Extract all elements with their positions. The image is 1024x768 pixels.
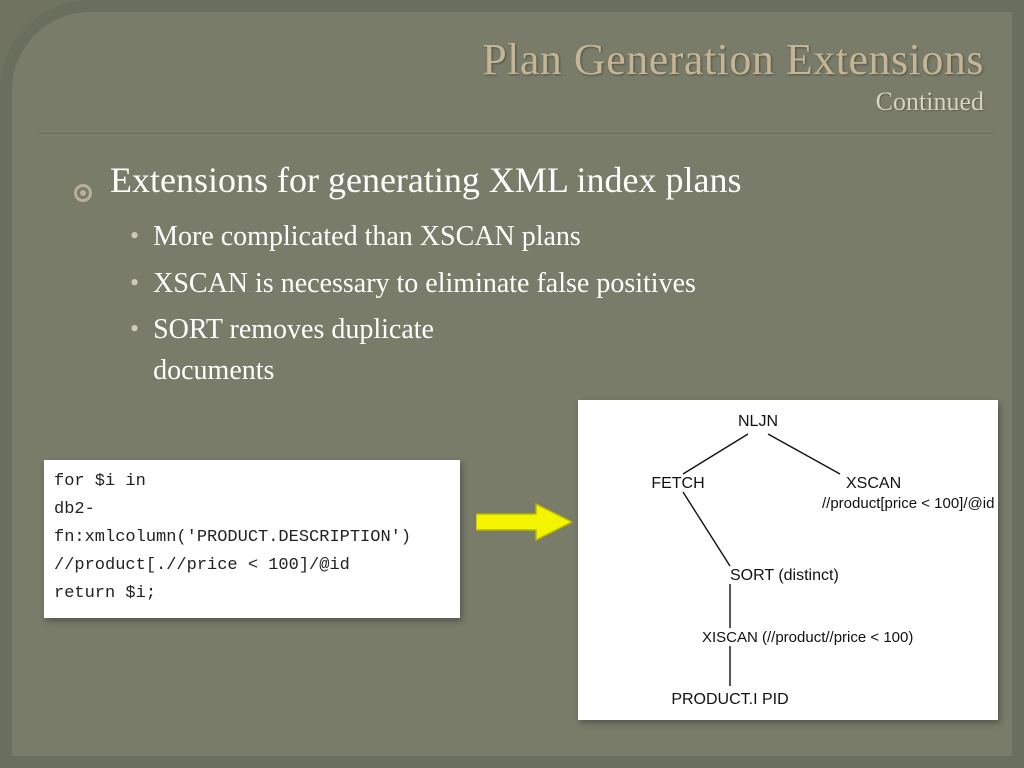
bullet-ring-icon	[74, 184, 92, 202]
dot-icon: •	[130, 264, 139, 302]
dot-icon: •	[130, 310, 139, 348]
tree-node-leaf: PRODUCT.I PID	[671, 691, 788, 708]
tree-node-sort: SORT (distinct)	[730, 567, 839, 584]
tree-node-root: NLJN	[738, 413, 778, 430]
slide-title: Plan Generation Extensions	[12, 34, 984, 85]
plan-tree-diagram: NLJN FETCH XSCAN //product[price < 100]/…	[578, 400, 998, 720]
tree-node-xscan-expr: //product[price < 100]/@id	[822, 495, 994, 512]
tree-node-fetch: FETCH	[651, 475, 704, 492]
slide-header: Plan Generation Extensions Continued	[12, 12, 1012, 127]
slide-subtitle: Continued	[12, 87, 984, 117]
dot-icon: •	[130, 217, 139, 255]
code-line: return $i;	[54, 580, 450, 608]
main-bullet: Extensions for generating XML index plan…	[74, 157, 978, 203]
slide: Plan Generation Extensions Continued Ext…	[0, 0, 1024, 768]
tree-node-xiscan: XISCAN (//product//price < 100)	[702, 629, 913, 646]
right-arrow-icon	[476, 502, 572, 542]
xquery-code-box: for $i in db2-fn:xmlcolumn('PRODUCT.DESC…	[44, 460, 460, 618]
main-bullet-text: Extensions for generating XML index plan…	[110, 157, 742, 203]
slide-content: Extensions for generating XML index plan…	[12, 135, 1012, 391]
code-line: //product[.//price < 100]/@id	[54, 552, 450, 580]
code-line: for $i in	[54, 468, 450, 496]
sub-bullet-text: XSCAN is necessary to eliminate false po…	[153, 264, 696, 305]
sub-bullet: • More complicated than XSCAN plans	[130, 217, 978, 258]
code-line: db2-fn:xmlcolumn('PRODUCT.DESCRIPTION')	[54, 496, 450, 552]
sub-bullet-text: More complicated than XSCAN plans	[153, 217, 581, 258]
sub-bullet-list: • More complicated than XSCAN plans • XS…	[130, 217, 978, 391]
sub-bullet: • XSCAN is necessary to eliminate false …	[130, 264, 978, 305]
tree-node-xscan: XSCAN	[846, 475, 901, 492]
sub-bullet: • SORT removes duplicate documents	[130, 310, 978, 391]
sub-bullet-text: SORT removes duplicate documents	[153, 310, 553, 391]
